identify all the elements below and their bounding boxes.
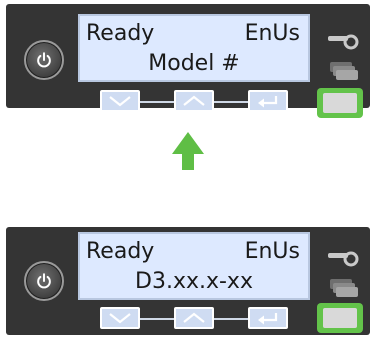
lcd-display: Ready EnUs D3.xx.x-xx xyxy=(78,232,310,300)
up-button[interactable] xyxy=(174,307,214,329)
ribbon-icon xyxy=(328,251,359,267)
divider xyxy=(214,101,248,103)
display-line-2: Model # xyxy=(148,51,240,76)
up-button[interactable] xyxy=(174,90,214,112)
chevron-up-icon xyxy=(183,312,205,323)
language-text: EnUs xyxy=(244,239,300,264)
divider xyxy=(214,318,248,320)
power-button[interactable] xyxy=(24,261,64,301)
arrow-up-icon xyxy=(172,132,204,170)
navigation-buttons xyxy=(100,90,288,114)
navigation-buttons xyxy=(100,307,288,331)
power-icon xyxy=(37,52,51,68)
down-button[interactable] xyxy=(100,307,140,329)
enter-button[interactable] xyxy=(248,307,288,329)
printer-control-panel-bottom: Ready EnUs D3.xx.x-xx xyxy=(6,227,370,335)
status-text: Ready xyxy=(86,239,155,264)
ribbon-icon xyxy=(328,34,359,50)
status-indicator xyxy=(317,88,363,118)
divider xyxy=(140,101,174,103)
printer-control-panel-top: Ready EnUs Model # xyxy=(6,4,370,118)
divider xyxy=(140,318,174,320)
chevron-down-icon xyxy=(109,96,131,107)
language-text: EnUs xyxy=(244,21,300,46)
power-icon xyxy=(37,273,51,289)
display-line-2: D3.xx.x-xx xyxy=(135,269,253,294)
status-indicator xyxy=(317,303,363,333)
enter-button[interactable] xyxy=(248,90,288,112)
chevron-up-icon xyxy=(183,95,205,106)
status-text: Ready xyxy=(86,21,155,46)
card-stack-icon xyxy=(330,279,358,297)
enter-icon xyxy=(258,313,278,325)
enter-icon xyxy=(258,96,278,108)
lcd-display: Ready EnUs Model # xyxy=(78,14,310,82)
down-button[interactable] xyxy=(100,90,140,112)
card-stack-icon xyxy=(330,62,358,80)
power-button[interactable] xyxy=(24,40,64,80)
chevron-down-icon xyxy=(109,313,131,324)
